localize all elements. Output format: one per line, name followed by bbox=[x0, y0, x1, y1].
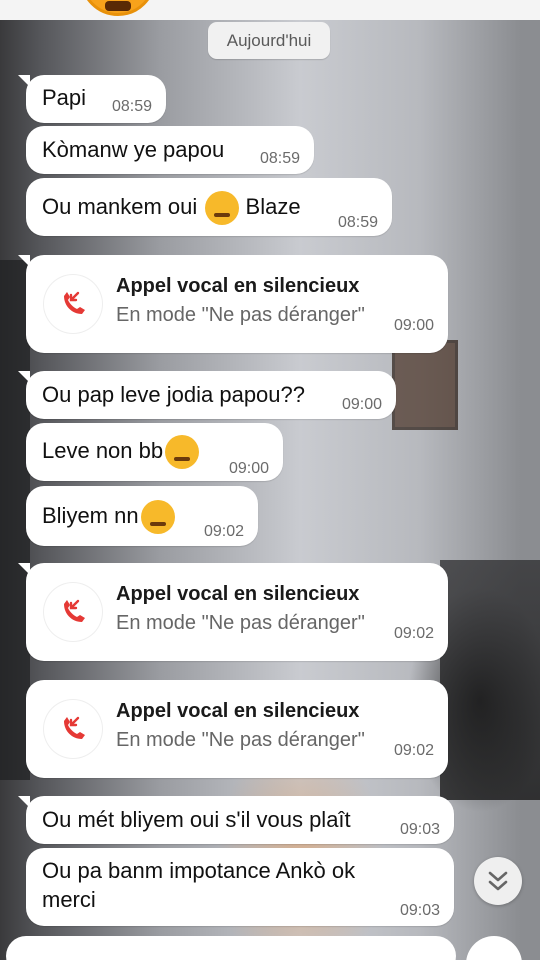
message-text: Bliyem nn bbox=[42, 500, 175, 534]
message-text-part: Ou mankem oui bbox=[42, 193, 198, 219]
message-bubble[interactable]: Kòmanw ye papou 08:59 bbox=[26, 126, 314, 174]
message-text: Leve non bb bbox=[42, 435, 200, 469]
double-chevron-down-icon bbox=[488, 871, 508, 891]
message-time: 09:02 bbox=[203, 523, 244, 540]
missed-call-bubble[interactable]: Appel vocal en silencieux En mode "Ne pa… bbox=[26, 680, 448, 778]
header-strip bbox=[0, 0, 540, 20]
message-time: 09:03 bbox=[399, 902, 440, 919]
message-time: 09:00 bbox=[341, 396, 382, 413]
missed-call-icon bbox=[64, 716, 85, 739]
avatar-emoji-mouth bbox=[105, 1, 131, 11]
message-time: 08:59 bbox=[111, 98, 152, 115]
message-text-part: Bliyem nn bbox=[42, 502, 139, 528]
message-bubble[interactable]: Ou mét bliyem oui s'il vous plaît 09:03 bbox=[18, 796, 454, 844]
message-text-part: Leve non bb bbox=[42, 437, 164, 463]
call-title: Appel vocal en silencieux bbox=[116, 700, 360, 722]
message-time: 09:00 bbox=[393, 317, 434, 334]
date-separator: Aujourd'hui bbox=[208, 22, 330, 59]
call-subtitle: En mode "Ne pas déranger" bbox=[116, 304, 365, 326]
message-text-line: merci bbox=[42, 887, 96, 912]
message-bubble[interactable]: Ou pa banm impotance Ankò ok merci 09:03 bbox=[26, 848, 454, 926]
message-bubble[interactable]: Leve non bb 09:00 bbox=[26, 423, 283, 481]
scroll-to-bottom-button[interactable] bbox=[474, 857, 522, 905]
pensive-face-emoji bbox=[205, 191, 240, 225]
message-bubble[interactable]: Ou pap leve jodia papou?? 09:00 bbox=[18, 371, 396, 419]
wallpaper-shelf bbox=[440, 560, 540, 800]
message-time: 08:59 bbox=[337, 214, 378, 231]
message-text: Papi bbox=[42, 85, 87, 110]
missed-call-icon-wrap bbox=[44, 700, 102, 758]
missed-call-icon bbox=[64, 291, 85, 314]
weary-face-emoji bbox=[140, 500, 175, 534]
message-text: Ou mankem oui Blaze bbox=[42, 191, 301, 225]
call-title: Appel vocal en silencieux bbox=[116, 583, 360, 605]
message-text: Ou pap leve jodia papou?? bbox=[42, 382, 305, 407]
message-input-bar[interactable] bbox=[6, 936, 456, 960]
missed-call-bubble[interactable]: Appel vocal en silencieux En mode "Ne pa… bbox=[18, 255, 448, 353]
weary-face-emoji bbox=[165, 435, 200, 469]
message-text-line: Ou pa banm impotance Ankò ok bbox=[42, 858, 356, 883]
message-time: 09:02 bbox=[393, 625, 434, 642]
message-bubble[interactable]: Papi 08:59 bbox=[18, 75, 166, 123]
message-bubble[interactable]: Bliyem nn 09:02 bbox=[26, 486, 258, 546]
wallpaper-frame bbox=[392, 340, 458, 430]
call-title: Appel vocal en silencieux bbox=[116, 275, 360, 297]
message-text: Ou mét bliyem oui s'il vous plaît bbox=[42, 807, 351, 832]
call-subtitle: En mode "Ne pas déranger" bbox=[116, 612, 365, 634]
message-text-part: Blaze bbox=[245, 193, 301, 219]
missed-call-icon-wrap bbox=[44, 275, 102, 333]
message-text: Kòmanw ye papou bbox=[42, 137, 225, 162]
call-subtitle: En mode "Ne pas déranger" bbox=[116, 729, 365, 751]
message-time: 08:59 bbox=[259, 150, 300, 167]
message-time: 09:03 bbox=[399, 821, 440, 838]
missed-call-icon-wrap bbox=[44, 583, 102, 641]
missed-call-bubble[interactable]: Appel vocal en silencieux En mode "Ne pa… bbox=[18, 563, 448, 661]
missed-call-icon bbox=[64, 599, 85, 622]
message-time: 09:02 bbox=[393, 742, 434, 759]
message-time: 09:00 bbox=[228, 460, 269, 477]
message-bubble[interactable]: Ou mankem oui Blaze 08:59 bbox=[26, 178, 392, 236]
